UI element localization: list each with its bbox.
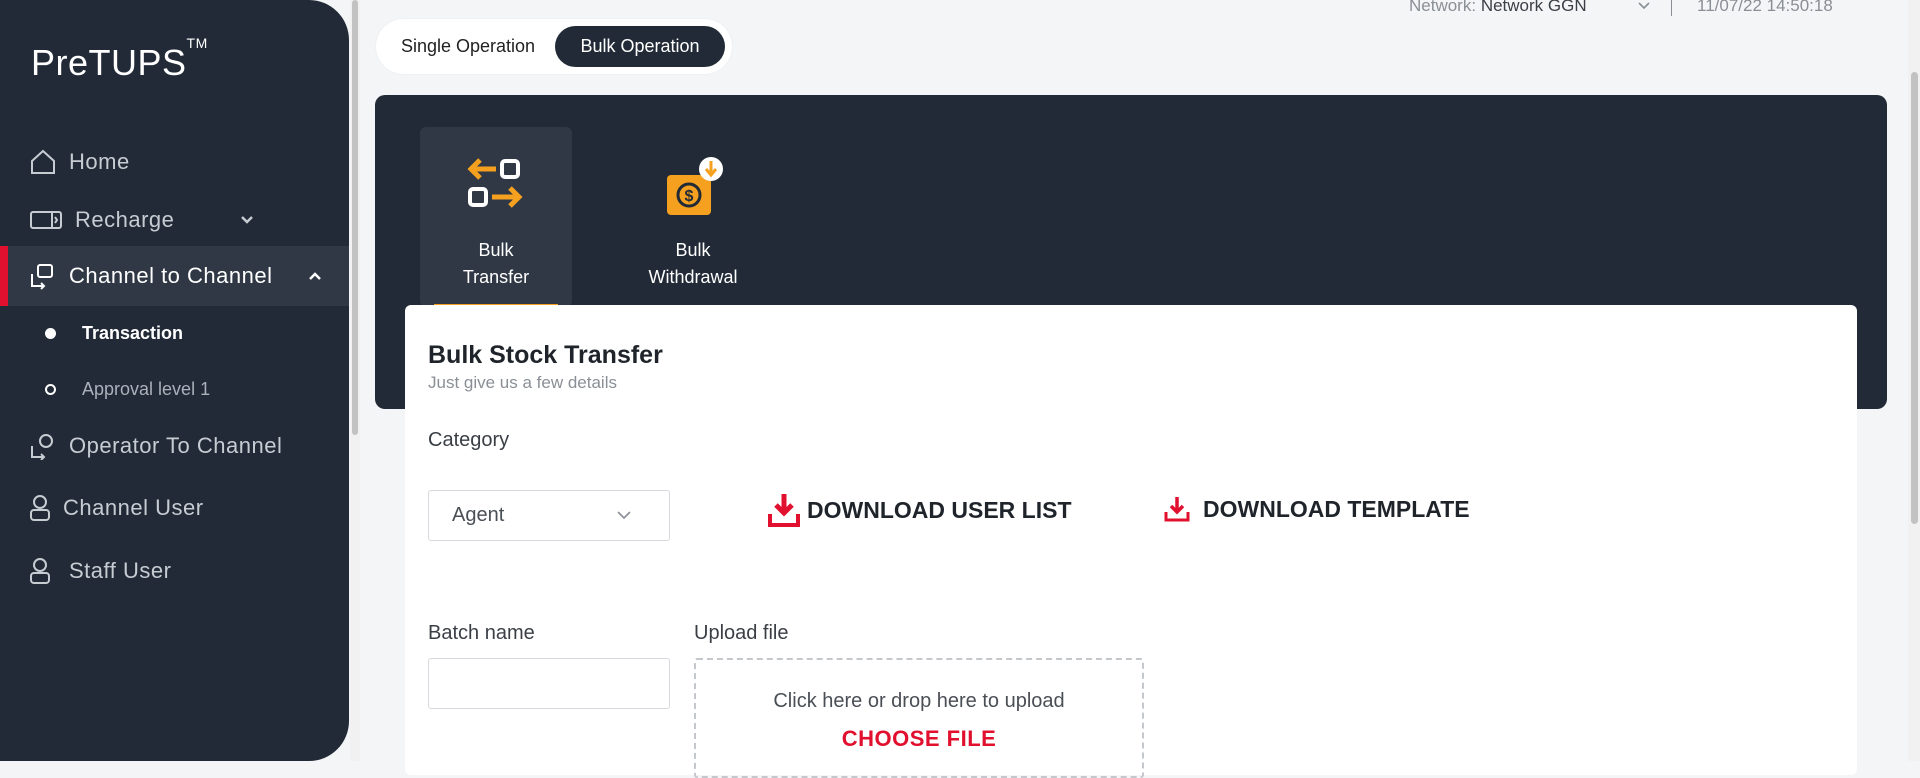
upload-hint: Click here or drop here to upload	[773, 690, 1065, 712]
form-subtitle: Just give us a few details	[428, 373, 617, 392]
home-icon	[28, 147, 58, 177]
tile-label: Bulk Withdrawal	[648, 240, 738, 287]
withdrawal-icon: $	[667, 157, 723, 215]
chevron-down-icon[interactable]	[237, 210, 257, 230]
channel-icon	[28, 261, 58, 291]
scrollbar-thumb[interactable]	[352, 0, 358, 435]
transfer-arrows-icon	[467, 158, 523, 208]
datetime-display: 11/07/22 14:50:18	[1697, 0, 1833, 15]
bullet-icon	[45, 327, 56, 339]
sidebar-item-label: Recharge	[75, 207, 175, 232]
download-icon	[1164, 497, 1190, 522]
upload-file-label: Upload file	[694, 622, 789, 644]
network-selector[interactable]: Network: Network GGN	[1409, 0, 1587, 16]
sidebar-item-label: Operator To Channel	[69, 433, 283, 458]
category-select[interactable]: Agent	[428, 490, 670, 541]
bulk-operation-tab[interactable]: Bulk Operation	[555, 26, 725, 67]
user-icon	[25, 556, 55, 586]
topbar: Network: Network GGN 11/07/22 14:50:18	[1400, 0, 1890, 16]
divider	[1671, 0, 1672, 16]
sidebar: PreTUPSTM Home Recharge Channel to Chann…	[0, 0, 349, 761]
sidebar-item-label: Home	[69, 149, 130, 174]
sidebar-item-label: Channel to Channel	[69, 263, 273, 288]
sidebar-item-home[interactable]: Home	[0, 132, 349, 192]
bulk-stock-transfer-form: Bulk Stock Transfer Just give us a few d…	[405, 305, 1857, 778]
app-logo[interactable]: PreTUPSTM	[31, 35, 208, 84]
chevron-up-icon[interactable]	[305, 266, 325, 286]
sidebar-item-recharge[interactable]: Recharge	[0, 190, 349, 250]
sidebar-subitem-approval[interactable]: Approval level 1	[0, 369, 349, 409]
download-icon	[768, 494, 800, 527]
upload-dropzone[interactable]: Click here or drop here to upload CHOOSE…	[694, 658, 1144, 778]
batch-name-input[interactable]	[428, 658, 670, 709]
bulk-transfer-tile[interactable]: Bulk Transfer	[420, 127, 572, 308]
sidebar-item-label: Staff User	[69, 558, 172, 583]
tile-label: Bulk Transfer	[462, 240, 530, 287]
page-scrollbar[interactable]	[1908, 0, 1920, 761]
download-template-button[interactable]: DOWNLOAD TEMPLATE	[1163, 495, 1470, 523]
svg-text:$: $	[685, 188, 694, 205]
single-operation-tab[interactable]: Single Operation	[383, 26, 553, 67]
download-user-list-button[interactable]: DOWNLOAD USER LIST	[767, 492, 1072, 528]
recharge-icon	[30, 205, 62, 235]
choose-file-button[interactable]: CHOOSE FILE	[696, 726, 1142, 752]
sidebar-item-operator-to-channel[interactable]: Operator To Channel	[0, 416, 349, 476]
operator-icon	[28, 431, 58, 461]
sidebar-scrollbar[interactable]	[350, 0, 360, 761]
bulk-withdrawal-tile[interactable]: $ Bulk Withdrawal	[617, 127, 769, 307]
user-icon	[25, 493, 55, 523]
sidebar-item-staff-user[interactable]: Staff User	[0, 541, 349, 601]
form-title: Bulk Stock Transfer	[428, 341, 663, 369]
sidebar-item-label: Channel User	[63, 495, 204, 520]
bullet-icon	[45, 383, 56, 395]
category-label: Category	[428, 429, 510, 451]
sidebar-subitem-label: Transaction	[82, 322, 184, 343]
sidebar-item-channel-to-channel[interactable]: Channel to Channel	[0, 246, 349, 306]
chevron-down-icon[interactable]	[1636, 0, 1652, 14]
category-value: Agent	[452, 504, 505, 526]
chevron-down-icon	[617, 511, 631, 520]
batch-name-label: Batch name	[428, 622, 535, 644]
sidebar-item-channel-user[interactable]: Channel User	[0, 478, 349, 538]
sidebar-subitem-transaction[interactable]: Transaction	[0, 313, 349, 353]
operation-toggle: Single Operation Bulk Operation	[376, 19, 732, 74]
scrollbar-thumb[interactable]	[1911, 72, 1918, 524]
sidebar-subitem-label: Approval level 1	[82, 378, 211, 399]
